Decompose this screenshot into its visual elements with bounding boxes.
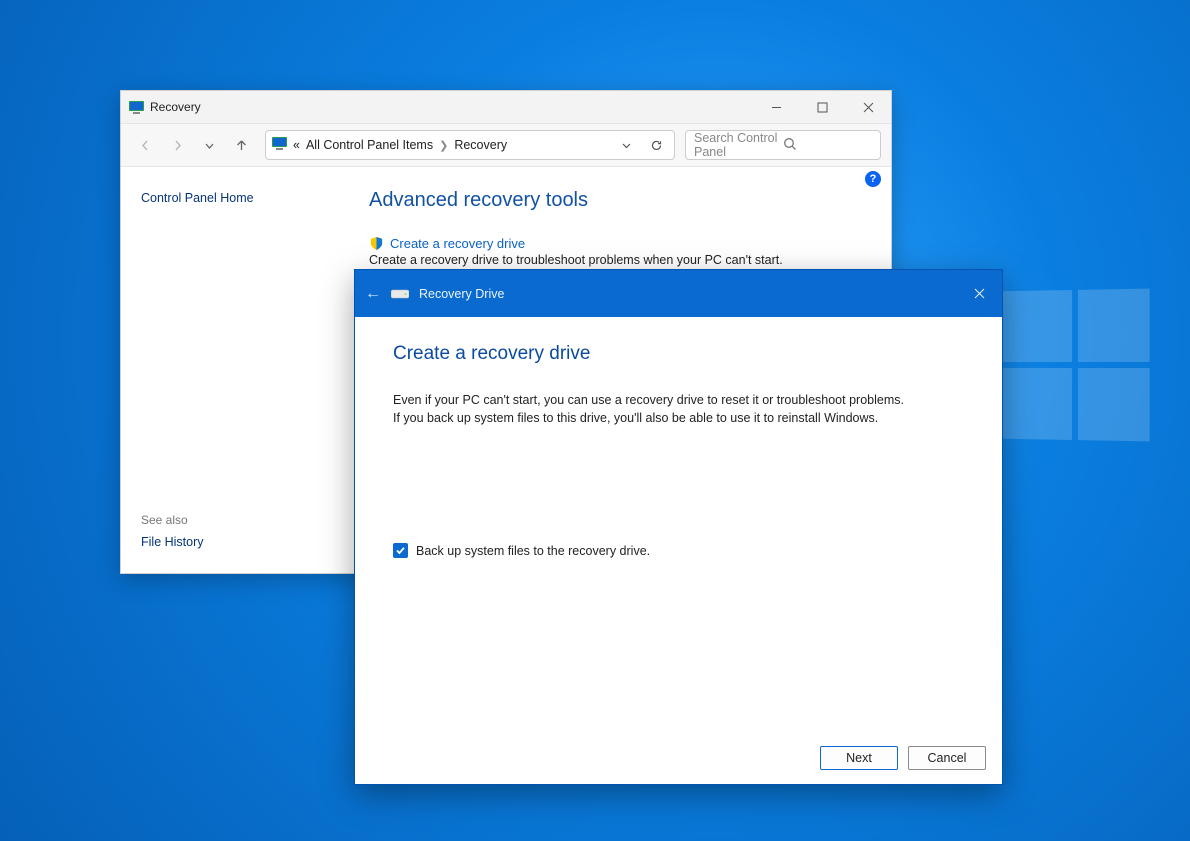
minimize-button[interactable] [753,91,799,123]
close-button[interactable] [845,91,891,123]
search-placeholder: Search Control Panel [694,131,783,159]
titlebar[interactable]: Recovery [121,91,891,123]
tool-create-recovery-drive: Create a recovery drive Create a recover… [369,236,863,267]
tool-link[interactable]: Create a recovery drive [390,236,525,251]
drive-icon [391,288,409,300]
shield-icon [369,236,384,251]
maximize-button[interactable] [799,91,845,123]
wizard-heading: Create a recovery drive [393,343,964,365]
checkbox-label: Back up system files to the recovery dri… [416,544,650,558]
back-button[interactable] [131,131,159,159]
next-button[interactable]: Next [820,746,898,770]
recent-locations-button[interactable] [195,131,223,159]
address-dropdown-button[interactable] [614,133,638,157]
recovery-monitor-icon [129,101,144,114]
file-history-link[interactable]: File History [141,535,204,549]
control-panel-home-link[interactable]: Control Panel Home [141,191,321,205]
breadcrumb-prefix: « [293,138,300,152]
see-also-heading: See also [141,513,204,527]
forward-button[interactable] [163,131,191,159]
refresh-button[interactable] [644,133,668,157]
recovery-drive-wizard: ← Recovery Drive Create a recovery drive… [354,269,1003,785]
cancel-button[interactable]: Cancel [908,746,986,770]
window-title: Recovery [150,100,201,114]
recovery-monitor-icon [272,137,287,153]
wizard-footer: Next Cancel [355,732,1002,784]
up-button[interactable] [227,131,255,159]
search-input[interactable]: Search Control Panel [685,130,881,160]
wizard-close-button[interactable] [956,270,1002,317]
chevron-right-icon[interactable]: ❯ [439,139,448,152]
backup-checkbox-row[interactable]: Back up system files to the recovery dri… [393,543,964,558]
breadcrumb-parent[interactable]: All Control Panel Items [306,138,433,152]
windows-logo [1003,289,1150,442]
tool-description: Create a recovery drive to troubleshoot … [369,253,863,267]
wizard-paragraph: Even if your PC can't start, you can use… [393,391,913,427]
help-button[interactable]: ? [865,171,881,187]
breadcrumb-current[interactable]: Recovery [454,138,507,152]
wizard-titlebar[interactable]: ← Recovery Drive [355,270,1002,317]
search-icon [783,137,872,154]
wizard-back-button[interactable]: ← [365,285,381,303]
wizard-title: Recovery Drive [419,287,504,301]
main-heading: Advanced recovery tools [369,189,863,212]
navigation-row: « All Control Panel Items ❯ Recovery Sea… [121,123,891,167]
sidebar: Control Panel Home See also File History [121,167,341,573]
address-bar[interactable]: « All Control Panel Items ❯ Recovery [265,130,675,160]
checkbox[interactable] [393,543,408,558]
